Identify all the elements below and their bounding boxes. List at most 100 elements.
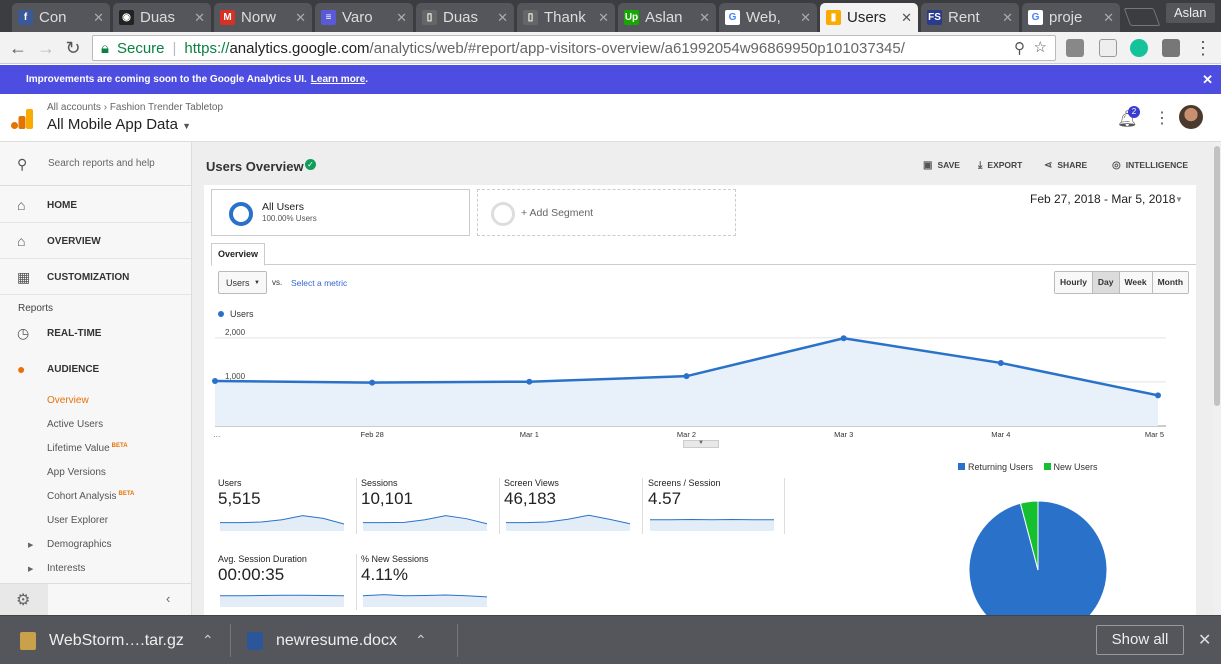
expand-arrow-icon[interactable]: ▶ <box>28 541 33 549</box>
scrollbar-thumb[interactable] <box>1214 146 1220 406</box>
zoom-icon[interactable]: ⚲ <box>1014 39 1025 57</box>
expand-arrow-icon[interactable]: ▶ <box>28 565 33 573</box>
browser-tab[interactable]: ▯ Thank ✕ <box>517 3 615 32</box>
scorecard-label: Users <box>218 478 242 488</box>
sidebar-item-realtime[interactable]: ◷ REAL-TIME <box>0 315 191 351</box>
breadcrumb[interactable]: All accounts › Fashion Trender Tabletop <box>47 102 223 113</box>
reload-icon[interactable]: ↻ <box>62 37 84 59</box>
url-bar[interactable]: 🔒︎ Secure | https:// analytics.google.co… <box>92 35 1056 61</box>
extension-icon[interactable] <box>1066 39 1084 57</box>
property-name[interactable]: All Mobile App Data <box>47 116 178 133</box>
close-icon[interactable]: ✕ <box>93 10 104 26</box>
close-icon[interactable]: ✕ <box>1002 10 1013 26</box>
granularity-month-button[interactable]: Month <box>1152 272 1189 293</box>
close-icon[interactable]: ✕ <box>598 10 609 26</box>
chevron-up-icon[interactable]: ⌃ <box>415 632 427 649</box>
bookmark-star-icon[interactable]: ☆ <box>1034 38 1047 56</box>
granularity-hourly-button[interactable]: Hourly <box>1055 272 1093 293</box>
sidebar-item-customization[interactable]: ▦ CUSTOMIZATION <box>0 259 191 295</box>
add-segment-button[interactable]: + Add Segment <box>477 189 736 236</box>
intelligence-button[interactable]: ◎ INTELLIGENCE <box>1112 160 1188 171</box>
search-placeholder[interactable]: Search reports and help <box>48 158 155 169</box>
close-icon[interactable]: ✕ <box>1103 10 1114 26</box>
sidebar-subitem[interactable]: User Explorer <box>47 515 108 526</box>
close-icon[interactable]: ✕ <box>699 10 710 26</box>
browser-tab[interactable]: f Con ✕ <box>12 3 110 32</box>
sidebar-subitem[interactable]: Lifetime Value BETA <box>47 443 128 454</box>
scorecard[interactable]: Avg. Session Duration 00:00:35 <box>218 554 350 610</box>
property-selector[interactable]: All Mobile App Data ▼ <box>47 116 191 133</box>
sidebar-subitem[interactable]: Interests <box>47 563 85 574</box>
segment-all-users[interactable]: All Users 100.00% Users <box>211 189 470 236</box>
chevron-up-icon[interactable]: ⌃ <box>202 632 214 649</box>
extension-icon[interactable] <box>1162 39 1180 57</box>
save-button[interactable]: ▣ SAVE <box>923 160 960 171</box>
date-range-picker[interactable]: Feb 27, 2018 - Mar 5, 2018 <box>1030 192 1175 206</box>
export-button[interactable]: ⤓ EXPORT <box>978 160 1022 171</box>
granularity-day-button[interactable]: Day <box>1092 272 1120 293</box>
sidebar-item-overview[interactable]: ⌂ OVERVIEW <box>0 223 191 259</box>
show-all-downloads-button[interactable]: Show all <box>1096 625 1184 655</box>
close-icon[interactable]: ✕ <box>1198 630 1211 650</box>
tab-title: Users <box>847 9 887 26</box>
avatar[interactable] <box>1179 105 1203 129</box>
scorecard[interactable]: Users 5,515 <box>218 478 350 534</box>
sidebar-item-home[interactable]: ⌂ HOME <box>0 187 191 223</box>
scorecard-label: Screen Views <box>504 478 559 488</box>
admin-button[interactable]: ⚙ <box>0 584 48 616</box>
sidebar-subitem[interactable]: Active Users <box>47 419 103 430</box>
breadcrumb-account[interactable]: Fashion Trender Tabletop <box>110 102 223 113</box>
close-icon[interactable]: ✕ <box>1202 72 1213 88</box>
google-analytics-logo[interactable] <box>11 109 33 129</box>
grammarly-icon[interactable] <box>1130 39 1148 57</box>
tab-overview[interactable]: Overview <box>211 243 266 266</box>
browser-menu-icon[interactable]: ⋮ <box>1192 37 1214 59</box>
sidebar-subitem-label: Cohort Analysis <box>47 491 117 502</box>
forward-icon[interactable]: → <box>35 37 57 59</box>
more-options-icon[interactable]: ⋮ <box>1154 108 1170 128</box>
learn-more-link[interactable]: Learn more <box>311 74 365 85</box>
chevron-left-icon[interactable]: ‹ <box>166 591 170 606</box>
browser-tab[interactable]: Up Aslan ✕ <box>618 3 716 32</box>
close-icon[interactable]: ✕ <box>396 10 407 26</box>
sidebar-subitem[interactable]: Cohort Analysis BETA <box>47 491 134 502</box>
back-icon[interactable]: ← <box>7 37 29 59</box>
browser-tabstrip: f Con ✕ ◉ Duas ✕ M Norw ✕ ≡ Varo ✕ ▯ Duas ✕ ▯ Thank ✕ Up As… <box>0 0 1221 32</box>
select-metric-link[interactable]: Select a metric <box>291 278 347 288</box>
sidebar-subitem[interactable]: App Versions <box>47 467 106 478</box>
browser-tab[interactable]: ≡ Varo ✕ <box>315 3 413 32</box>
scorecard[interactable]: Screen Views 46,183 <box>504 478 636 534</box>
browser-tab[interactable]: ▯ Duas ✕ <box>416 3 514 32</box>
profile-button[interactable]: Aslan <box>1166 3 1215 23</box>
browser-tab[interactable]: G Web, ✕ <box>719 3 817 32</box>
close-icon[interactable]: ✕ <box>295 10 306 26</box>
browser-tab[interactable]: Gproje ✕ <box>1022 3 1120 32</box>
scorecard[interactable]: Screens / Session 4.57 <box>648 478 780 534</box>
new-tab-button[interactable] <box>1123 8 1161 26</box>
close-icon[interactable]: ✕ <box>497 10 508 26</box>
chart-resize-handle[interactable]: ▼ <box>683 440 719 448</box>
close-icon[interactable]: ✕ <box>194 10 205 26</box>
close-icon[interactable]: ✕ <box>901 10 912 26</box>
sidebar-subitem[interactable]: Overview <box>47 395 89 406</box>
browser-tab[interactable]: ▮ Users ✕ <box>820 3 918 32</box>
close-icon[interactable]: ✕ <box>800 10 811 26</box>
download-item[interactable]: WebStorm….tar.gz ⌃ <box>20 616 214 664</box>
browser-tab[interactable]: FS Rent ✕ <box>921 3 1019 32</box>
caret-down-icon[interactable]: ▼ <box>1175 195 1183 204</box>
scorecard[interactable]: % New Sessions 4.11% <box>361 554 493 610</box>
extension-icon[interactable] <box>1099 39 1117 57</box>
download-item[interactable]: newresume.docx ⌃ <box>247 616 427 664</box>
sidebar-search[interactable]: ⚲ Search reports and help <box>0 142 191 186</box>
browser-tab[interactable]: M Norw ✕ <box>214 3 312 32</box>
caret-down-icon[interactable]: ▼ <box>182 121 191 131</box>
metric-select[interactable]: Users ▼ <box>218 271 267 294</box>
breadcrumb-root[interactable]: All accounts <box>47 102 101 113</box>
browser-tab[interactable]: ◉ Duas ✕ <box>113 3 211 32</box>
granularity-week-button[interactable]: Week <box>1119 272 1153 293</box>
sidebar-subitem[interactable]: Demographics <box>47 539 111 550</box>
sidebar-item-audience[interactable]: ● AUDIENCE <box>0 351 191 387</box>
scorecard[interactable]: Sessions 10,101 <box>361 478 493 534</box>
download-separator <box>457 624 458 657</box>
share-button[interactable]: ⋖ SHARE <box>1044 160 1087 171</box>
